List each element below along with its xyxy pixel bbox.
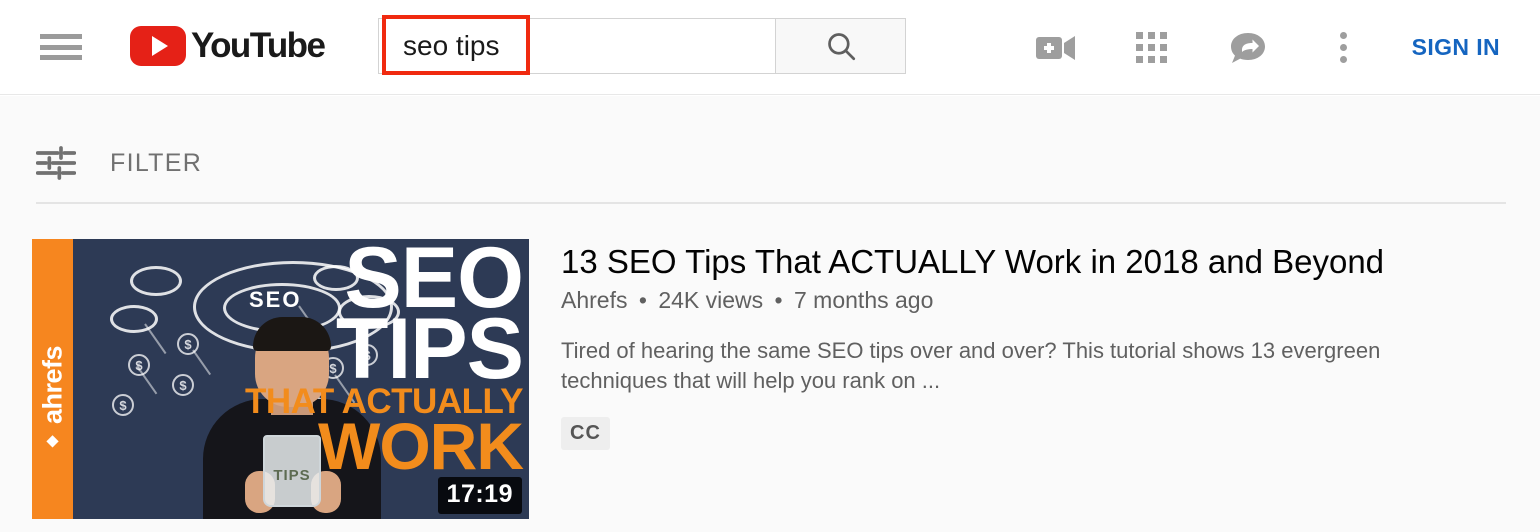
hamburger-bar: [40, 44, 82, 50]
search-result-item: ahrefs ◆ SEO $ $ $ $ $ $ $ $: [32, 239, 1521, 519]
coin-doodle: $: [112, 394, 134, 416]
thumbnail-brand-bar: ahrefs ◆: [32, 239, 73, 519]
motion-streak: [144, 323, 167, 355]
more-vertical-glyph: [1340, 32, 1348, 63]
video-duration-badge: 17:19: [437, 477, 522, 514]
sign-in-button[interactable]: SIGN IN: [1412, 34, 1500, 61]
message-reply-icon[interactable]: [1220, 20, 1276, 76]
search-icon: [827, 33, 855, 61]
filter-button[interactable]: FILTER: [36, 146, 202, 180]
video-thumbnail[interactable]: ahrefs ◆ SEO $ $ $ $ $ $ $ $: [32, 239, 529, 519]
masthead: YouTube seo tips SIGN IN: [0, 0, 1540, 95]
search-results-page: FILTER ahrefs ◆ SEO $ $ $ $ $ $ TIPS SEO…: [0, 96, 1540, 532]
coin-doodle: $: [128, 354, 150, 376]
video-description: Tired of hearing the same SEO tips over …: [561, 337, 1381, 393]
tune-sliders-icon: [36, 146, 76, 180]
youtube-logo[interactable]: YouTube: [130, 24, 326, 68]
cloud-doodle: [130, 266, 182, 296]
thumbnail-brand-text: ahrefs: [37, 345, 67, 424]
meta-separator: •: [638, 286, 647, 313]
search-bar: seo tips: [378, 18, 906, 74]
video-camera-plus-glyph: [1035, 35, 1075, 60]
video-meta-line: Ahrefs • 24K views • 7 months ago: [561, 287, 1521, 314]
search-input-value: seo tips: [403, 30, 500, 61]
upload-age: 7 months ago: [794, 286, 934, 313]
hamburger-menu-icon[interactable]: [38, 28, 84, 66]
more-vertical-icon[interactable]: [1316, 20, 1372, 76]
cloud-doodle: [110, 305, 158, 333]
header-actions: SIGN IN: [1028, 0, 1540, 95]
search-input[interactable]: seo tips: [378, 18, 775, 74]
filter-label: FILTER: [110, 148, 203, 177]
apps-grid-glyph: [1136, 32, 1168, 63]
hamburger-bar: [40, 34, 82, 39]
hamburger-bar: [40, 55, 82, 60]
meta-separator: •: [774, 286, 783, 313]
create-video-icon[interactable]: [1028, 20, 1084, 76]
thumbnail-headline: SEO TIPS THAT ACTUALLY WORK: [245, 239, 524, 483]
message-reply-glyph: [1230, 32, 1265, 63]
coin-doodle: $: [172, 374, 194, 396]
youtube-logo-text: YouTube: [191, 26, 326, 65]
video-details: 13 SEO Tips That ACTUALLY Work in 2018 a…: [561, 239, 1521, 519]
search-button[interactable]: [775, 18, 906, 74]
headline-line-2: TIPS: [335, 300, 524, 397]
filter-divider: [36, 202, 1506, 204]
apps-grid-icon[interactable]: [1124, 20, 1180, 76]
closed-caption-badge: CC: [561, 417, 610, 451]
channel-name[interactable]: Ahrefs: [561, 287, 627, 313]
video-title[interactable]: 13 SEO Tips That ACTUALLY Work in 2018 a…: [561, 243, 1521, 281]
headline-line-4: WORK: [318, 408, 524, 483]
youtube-play-icon: [130, 26, 186, 66]
ahrefs-mark-icon: ◆: [46, 432, 59, 450]
view-count: 24K views: [658, 286, 764, 313]
